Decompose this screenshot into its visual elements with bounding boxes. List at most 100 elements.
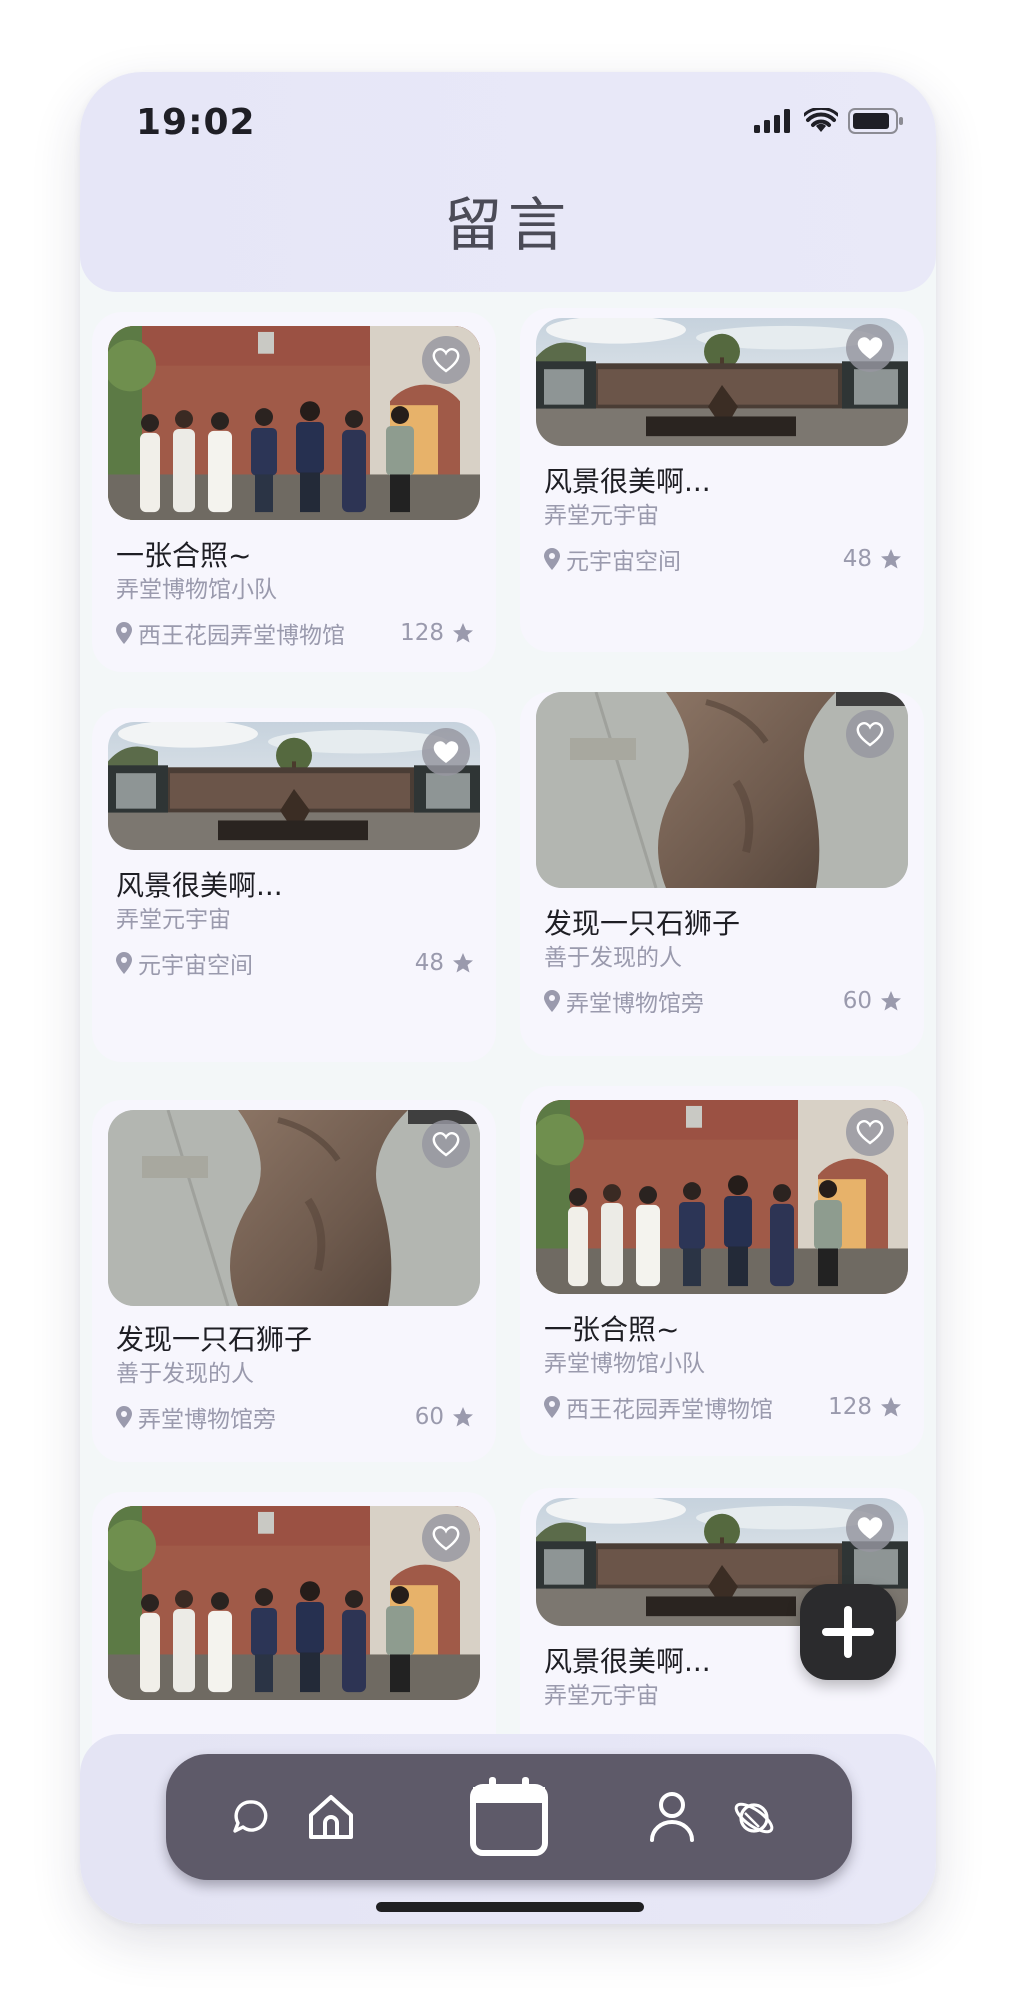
star-icon <box>881 549 901 569</box>
heart-outline-icon <box>432 348 460 373</box>
tab-explore[interactable] <box>722 1786 786 1850</box>
card-likes: 60 <box>843 988 902 1014</box>
message-card[interactable]: 一张合照~ 弄堂博物馆小队 西王花园弄堂博物馆 128 <box>520 1086 924 1456</box>
person-icon <box>650 1792 694 1842</box>
card-location: 元宇宙空间 <box>544 542 843 576</box>
signal-icon <box>754 109 790 133</box>
card-author: 善于发现的人 <box>544 945 682 971</box>
favorite-button[interactable] <box>422 1514 470 1562</box>
add-message-button[interactable] <box>800 1584 896 1680</box>
card-likes-count: 128 <box>400 620 444 646</box>
card-location: 元宇宙空间 <box>116 946 415 980</box>
location-pin-icon <box>544 548 560 570</box>
message-feed[interactable]: 一张合照~ 弄堂博物馆小队 西王花园弄堂博物馆 128 风景很美啊... 弄堂元… <box>80 292 936 1772</box>
card-author: 弄堂博物馆小队 <box>544 1351 705 1377</box>
card-author: 弄堂元宇宙 <box>544 1683 659 1709</box>
card-meta: 弄堂博物馆旁 60 <box>544 984 902 1018</box>
heart-outline-icon <box>856 1120 884 1145</box>
star-icon <box>453 953 473 973</box>
card-location-text: 西王花园弄堂博物馆 <box>566 1397 773 1423</box>
star-icon <box>453 1407 473 1427</box>
tab-calendar[interactable] <box>462 1770 556 1864</box>
tab-home[interactable] <box>296 1782 366 1852</box>
card-meta: 西王花园弄堂博物馆 128 <box>116 616 474 650</box>
card-location-text: 弄堂博物馆旁 <box>566 991 704 1017</box>
header: 19:02 留言 <box>80 72 936 292</box>
card-meta: 元宇宙空间 48 <box>116 946 474 980</box>
star-icon <box>881 991 901 1011</box>
card-likes: 48 <box>843 546 902 572</box>
favorite-button[interactable] <box>846 324 894 372</box>
message-card[interactable]: 发现一只石狮子 善于发现的人 弄堂博物馆旁 60 <box>92 1100 496 1462</box>
tab-messages[interactable] <box>218 1785 282 1849</box>
calendar-icon <box>470 1777 548 1856</box>
status-time: 19:02 <box>136 102 256 143</box>
card-title: 风景很美啊... <box>544 465 711 498</box>
card-location: 弄堂博物馆旁 <box>116 1400 415 1434</box>
card-likes-count: 48 <box>414 950 444 976</box>
card-meta: 弄堂博物馆旁 60 <box>116 1400 474 1434</box>
message-card[interactable]: 发现一只石狮子 善于发现的人 弄堂博物馆旁 60 <box>520 692 924 1056</box>
plus-icon <box>822 1606 874 1658</box>
card-title: 发现一只石狮子 <box>116 1323 313 1356</box>
location-pin-icon <box>116 622 132 644</box>
card-likes-count: 60 <box>842 988 872 1014</box>
card-likes: 60 <box>415 1404 474 1430</box>
card-likes: 128 <box>400 620 474 646</box>
card-location: 西王花园弄堂博物馆 <box>116 616 400 650</box>
tab-profile[interactable] <box>640 1784 704 1848</box>
heart-filled-icon <box>857 1517 883 1539</box>
status-icons <box>754 108 904 134</box>
card-meta: 元宇宙空间 48 <box>544 542 902 576</box>
star-icon <box>453 623 473 643</box>
card-title: 一张合照~ <box>116 539 252 572</box>
page-title: 留言 <box>443 191 572 259</box>
phone-screen: 19:02 留言 一张合照~ 弄堂博物馆小队 西王花园弄堂博物馆 128 风景很… <box>80 72 936 1924</box>
card-location-text: 元宇宙空间 <box>138 953 253 979</box>
card-author: 善于发现的人 <box>116 1361 254 1387</box>
card-likes-count: 128 <box>828 1394 872 1420</box>
card-location-text: 元宇宙空间 <box>566 549 681 575</box>
card-likes-count: 48 <box>842 546 872 572</box>
card-author: 弄堂元宇宙 <box>544 503 659 529</box>
card-location: 西王花园弄堂博物馆 <box>544 1390 828 1424</box>
heart-outline-icon <box>432 1526 460 1551</box>
home-indicator <box>376 1902 644 1912</box>
bottom-nav-area <box>80 1734 936 1924</box>
favorite-button[interactable] <box>422 1120 470 1168</box>
heart-filled-icon <box>433 741 459 763</box>
message-card[interactable]: 一张合照~ 弄堂博物馆小队 西王花园弄堂博物馆 128 <box>92 312 496 672</box>
card-title: 一张合照~ <box>544 1313 680 1346</box>
card-title: 风景很美啊... <box>116 869 283 902</box>
card-location-text: 弄堂博物馆旁 <box>138 1407 276 1433</box>
card-author: 弄堂博物馆小队 <box>116 577 277 603</box>
card-likes-count: 60 <box>414 1404 444 1430</box>
favorite-button[interactable] <box>846 1108 894 1156</box>
tab-bar <box>166 1754 852 1880</box>
location-pin-icon <box>116 952 132 974</box>
battery-icon <box>848 108 903 134</box>
favorite-button[interactable] <box>422 728 470 776</box>
favorite-button[interactable] <box>422 336 470 384</box>
favorite-button[interactable] <box>846 1504 894 1552</box>
card-meta: 西王花园弄堂博物馆 128 <box>544 1390 902 1424</box>
heart-outline-icon <box>432 1132 460 1157</box>
message-card[interactable]: 风景很美啊... 弄堂元宇宙 元宇宙空间 48 <box>520 308 924 652</box>
card-title: 发现一只石狮子 <box>544 907 741 940</box>
heart-outline-icon <box>856 722 884 747</box>
chat-bubble-icon <box>233 1800 268 1833</box>
message-card[interactable]: 风景很美啊... 弄堂元宇宙 元宇宙空间 48 <box>92 708 496 1062</box>
location-pin-icon <box>544 1396 560 1418</box>
card-likes: 128 <box>828 1394 902 1420</box>
heart-filled-icon <box>857 337 883 359</box>
card-location: 弄堂博物馆旁 <box>544 984 843 1018</box>
planet-icon <box>734 1802 774 1834</box>
card-location-text: 西王花园弄堂博物馆 <box>138 623 345 649</box>
card-author: 弄堂元宇宙 <box>116 907 231 933</box>
star-icon <box>881 1397 901 1417</box>
home-icon <box>309 1795 353 1839</box>
message-card[interactable] <box>92 1492 496 1772</box>
location-pin-icon <box>544 990 560 1012</box>
wifi-icon <box>804 108 838 132</box>
favorite-button[interactable] <box>846 710 894 758</box>
